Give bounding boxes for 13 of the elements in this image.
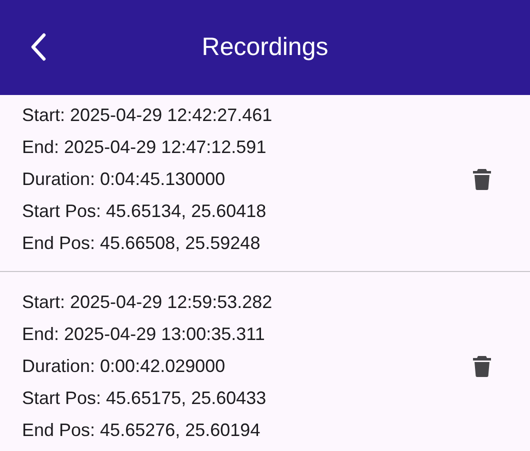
duration-text: Duration: 0:00:42.029000 (22, 355, 226, 378)
start-time: Start: 2025-04-29 12:42:27.461 (22, 104, 274, 127)
trash-icon (473, 355, 491, 377)
start-position: Start Pos: 45.65175, 25.60433 (22, 387, 268, 410)
start-position: Start Pos: 45.65134, 25.60418 (22, 200, 268, 223)
screen-title: Recordings (202, 33, 328, 62)
trash-icon (473, 168, 491, 190)
end-time: End: 2025-04-29 13:00:35.311 (22, 323, 266, 346)
end-time: End: 2025-04-29 12:47:12.591 (22, 136, 268, 159)
end-position: End Pos: 45.66508, 25.59248 (22, 232, 262, 255)
start-time: Start: 2025-04-29 12:59:53.282 (22, 291, 274, 314)
end-position: End Pos: 45.65276, 25.60194 (22, 419, 262, 442)
duration-text: Duration: 0:04:45.130000 (22, 168, 226, 191)
